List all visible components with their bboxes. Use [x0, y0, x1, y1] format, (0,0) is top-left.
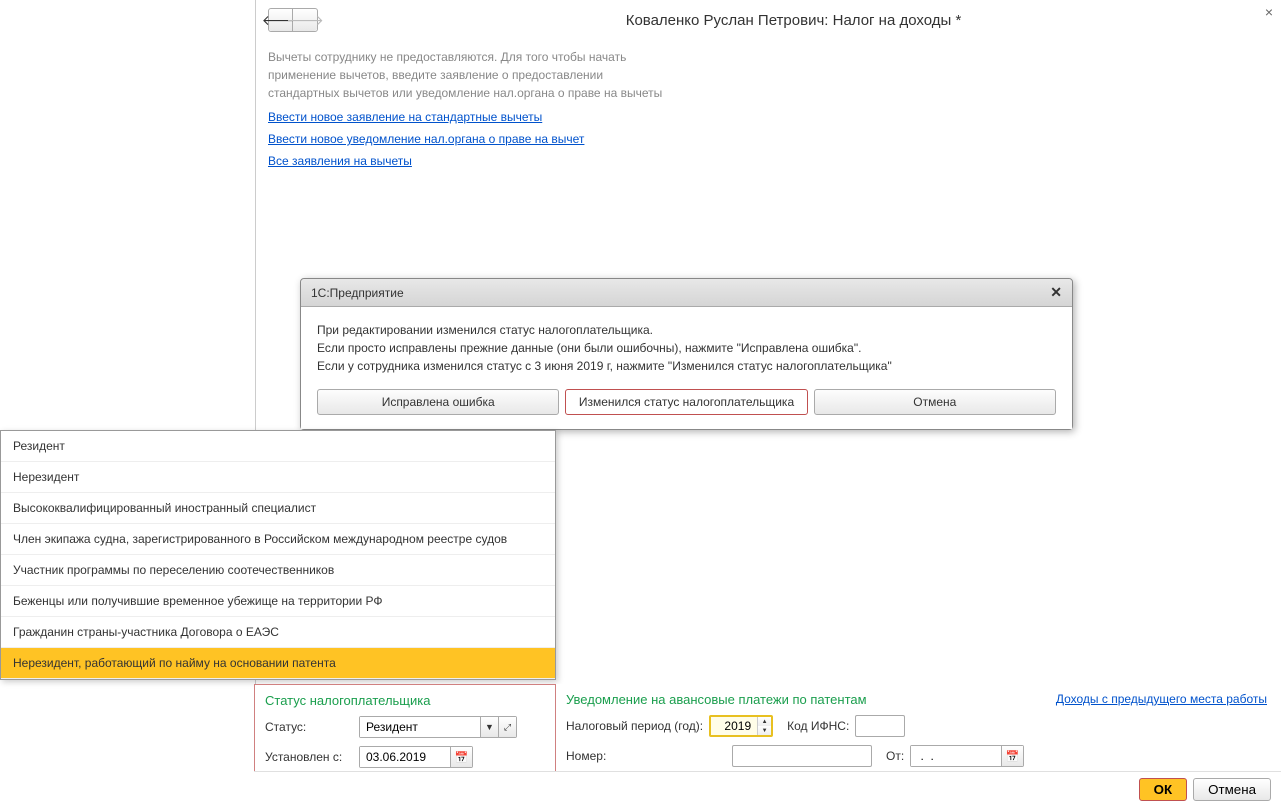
status-dropdown: Резидент Нерезидент Высококвалифицирован…: [0, 430, 556, 680]
cancel-button[interactable]: Отмена: [1193, 778, 1271, 801]
status-input[interactable]: [360, 717, 480, 737]
ifns-label: Код ИФНС:: [787, 719, 849, 733]
dialog-cancel-button[interactable]: Отмена: [814, 389, 1056, 415]
content-area: Вычеты сотруднику не предоставляются. Дл…: [256, 40, 1281, 184]
header: 🡐 🡒 Коваленко Руслан Петрович: Налог на …: [256, 0, 1281, 40]
dialog-buttons: Исправлена ошибка Изменился статус налог…: [317, 389, 1056, 415]
footer: ОК Отмена: [254, 771, 1281, 807]
number-row: Номер: От: 📅: [566, 745, 1271, 767]
nav-buttons: 🡐 🡒: [268, 8, 318, 32]
from-date[interactable]: 📅: [910, 745, 1024, 767]
dd-item-nonresident[interactable]: Нерезидент: [1, 462, 555, 493]
dd-item-refugee[interactable]: Беженцы или получившие временное убежище…: [1, 586, 555, 617]
combo-dropdown-icon[interactable]: ▼: [480, 717, 498, 737]
status-combo[interactable]: ▼ ⤢: [359, 716, 517, 738]
dd-item-highqual[interactable]: Высококвалифицированный иностранный спец…: [1, 493, 555, 524]
link-all-apps[interactable]: Все заявления на вычеты: [268, 154, 1269, 168]
setfrom-field[interactable]: [360, 747, 450, 767]
close-icon[interactable]: ×: [1265, 4, 1273, 20]
status-section-title: Статус налогоплательщика: [265, 693, 545, 708]
fixed-error-button[interactable]: Исправлена ошибка: [317, 389, 559, 415]
number-label: Номер:: [566, 749, 616, 763]
ifns-input[interactable]: [855, 715, 905, 737]
window-title: Коваленко Руслан Петрович: Налог на дохо…: [318, 12, 1269, 29]
prev-income-link[interactable]: Доходы с предыдущего места работы: [1056, 692, 1267, 706]
combo-open-icon[interactable]: ⤢: [498, 717, 516, 737]
dialog-titlebar: 1С:Предприятие ✕: [301, 279, 1072, 307]
period-label: Налоговый период (год):: [566, 719, 703, 733]
ok-button[interactable]: ОК: [1139, 778, 1188, 801]
dd-item-eaes[interactable]: Гражданин страны-участника Договора о ЕА…: [1, 617, 555, 648]
year-input[interactable]: ▲ ▼: [709, 715, 773, 737]
link-new-standard[interactable]: Ввести новое заявление на стандартные вы…: [268, 110, 1269, 124]
year-field[interactable]: [711, 717, 757, 735]
bottom-panel: Доходы с предыдущего места работы Статус…: [254, 684, 1281, 807]
link-new-notice[interactable]: Ввести новое уведомление нал.органа о пр…: [268, 132, 1269, 146]
period-row: Налоговый период (год): ▲ ▼ Код ИФНС:: [566, 715, 1271, 737]
status-label: Статус:: [265, 720, 353, 734]
dialog-title-text: 1С:Предприятие: [311, 286, 404, 300]
status-row: Статус: ▼ ⤢: [265, 716, 545, 738]
dialog-body: При редактировании изменился статус нало…: [301, 307, 1072, 429]
calendar-icon[interactable]: 📅: [1001, 746, 1023, 766]
dialog-text: При редактировании изменился статус нало…: [317, 321, 1056, 375]
number-input[interactable]: [732, 745, 872, 767]
setfrom-label: Установлен с:: [265, 750, 353, 764]
dd-item-resettle[interactable]: Участник программы по переселению соотеч…: [1, 555, 555, 586]
dialog-line1: При редактировании изменился статус нало…: [317, 321, 1056, 339]
dialog-close-icon[interactable]: ✕: [1050, 284, 1062, 301]
year-spinner: ▲ ▼: [757, 717, 771, 735]
dd-item-resident[interactable]: Резидент: [1, 431, 555, 462]
forward-button[interactable]: 🡒: [293, 9, 317, 31]
dialog-line2: Если просто исправлены прежние данные (о…: [317, 339, 1056, 357]
setfrom-row: Установлен с: 📅: [265, 746, 545, 768]
spinner-down-icon[interactable]: ▼: [758, 726, 771, 735]
dd-item-patent[interactable]: Нерезидент, работающий по найму на основ…: [1, 648, 555, 679]
dialog-line3: Если у сотрудника изменился статус с 3 и…: [317, 357, 1056, 375]
dd-item-crew[interactable]: Член экипажа судна, зарегистрированного …: [1, 524, 555, 555]
spinner-up-icon[interactable]: ▲: [758, 717, 771, 726]
calendar-icon[interactable]: 📅: [450, 747, 472, 767]
from-field[interactable]: [911, 746, 1001, 766]
info-text: Вычеты сотруднику не предоставляются. Дл…: [268, 48, 668, 102]
dialog: 1С:Предприятие ✕ При редактировании изме…: [300, 278, 1073, 430]
status-changed-button[interactable]: Изменился статус налогоплательщика: [565, 389, 807, 415]
setfrom-date[interactable]: 📅: [359, 746, 473, 768]
from-label: От:: [886, 749, 904, 763]
